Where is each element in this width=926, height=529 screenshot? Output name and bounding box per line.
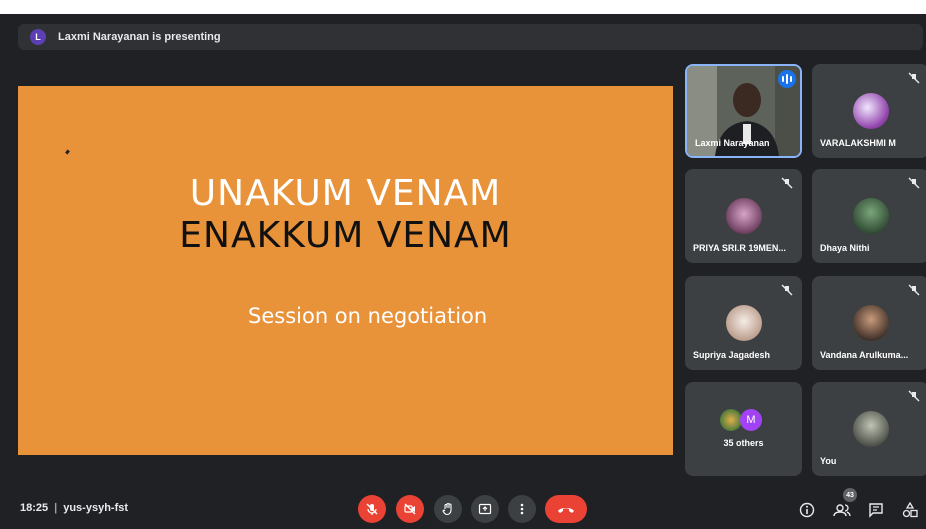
meeting-time: 18:25 <box>20 502 49 514</box>
participant-name: Vandana Arulkuma... <box>820 350 909 360</box>
presenting-text: Laxmi Narayanan is presenting <box>58 31 221 43</box>
participant-tile-supriya[interactable]: Supriya Jagadesh <box>685 276 802 370</box>
mic-off-icon <box>366 503 378 515</box>
participant-name: 35 others <box>723 438 764 448</box>
avatar <box>852 198 889 234</box>
participant-name: You <box>820 456 837 466</box>
chat-button[interactable] <box>866 500 886 520</box>
raise-hand-button[interactable] <box>434 495 462 523</box>
participant-tile-varalakshmi[interactable]: VARALAKSHMI M <box>812 64 926 158</box>
slide-title-line2: ENAKKUM VENAM <box>179 215 512 256</box>
slide-title-line1: UNAKUM VENAM <box>189 173 502 214</box>
people-button[interactable] <box>832 500 852 520</box>
meeting-info: 18:25 | yus-ysyh-fst <box>20 502 128 514</box>
speaking-indicator-icon <box>778 70 796 88</box>
microphone-button[interactable] <box>358 495 386 523</box>
camera-off-icon <box>404 503 416 515</box>
present-now-button[interactable] <box>471 495 499 523</box>
mic-off-icon <box>781 177 793 189</box>
meeting-controls-bar: 18:25 | yus-ysyh-fst <box>0 490 926 529</box>
avatar <box>725 198 762 234</box>
avatar <box>852 411 889 447</box>
avatar-letter: M <box>740 409 762 431</box>
people-icon <box>833 504 851 517</box>
mic-off-icon <box>908 72 920 84</box>
people-count-badge: 43 <box>843 488 857 502</box>
participant-tile-you[interactable]: You <box>812 382 926 476</box>
presenter-avatar: L <box>30 29 46 45</box>
avatar <box>725 305 762 341</box>
participant-name: Dhaya Nithi <box>820 243 870 253</box>
hang-up-icon <box>558 508 574 513</box>
participant-name: Supriya Jagadesh <box>693 350 771 360</box>
shared-screen[interactable]: UNAKUM VENAM ENAKKUM VENAM Session on ne… <box>18 86 673 455</box>
participant-name: VARALAKSHMI M <box>820 138 896 148</box>
participant-tile-others[interactable]: M 35 others <box>685 382 802 476</box>
present-screen-icon <box>478 503 492 515</box>
hand-icon <box>442 502 452 516</box>
more-options-button[interactable] <box>508 495 536 523</box>
chat-icon <box>869 503 883 518</box>
avatar <box>852 305 889 341</box>
separator: | <box>54 502 58 514</box>
participant-tile-priya[interactable]: PRIYA SRI.R 19MEN... <box>685 169 802 263</box>
mic-off-icon <box>781 284 793 296</box>
leave-call-button[interactable] <box>545 495 587 523</box>
participant-name: Laxmi Narayanan <box>695 138 770 148</box>
window-top-strip <box>0 0 926 14</box>
mic-off-icon <box>908 177 920 189</box>
meeting-code: yus-ysyh-fst <box>63 502 129 514</box>
avatar <box>720 409 742 431</box>
meeting-details-button[interactable] <box>797 500 817 520</box>
info-icon <box>799 502 815 518</box>
activities-icon <box>902 502 918 518</box>
avatar <box>852 93 889 129</box>
slide-subtitle: Session on negotiation <box>248 304 488 328</box>
activities-button[interactable] <box>900 500 920 520</box>
presenting-banner: L Laxmi Narayanan is presenting <box>18 24 923 50</box>
mic-off-icon <box>908 284 920 296</box>
cursor-icon <box>65 149 70 155</box>
participant-tile-dhaya[interactable]: Dhaya Nithi <box>812 169 926 263</box>
mic-off-icon <box>908 390 920 402</box>
camera-button[interactable] <box>396 495 424 523</box>
participant-name: PRIYA SRI.R 19MEN... <box>693 243 786 253</box>
participant-tile-laxmi[interactable]: Laxmi Narayanan <box>685 64 802 158</box>
participant-tile-vandana[interactable]: Vandana Arulkuma... <box>812 276 926 370</box>
more-vert-icon <box>520 503 524 515</box>
